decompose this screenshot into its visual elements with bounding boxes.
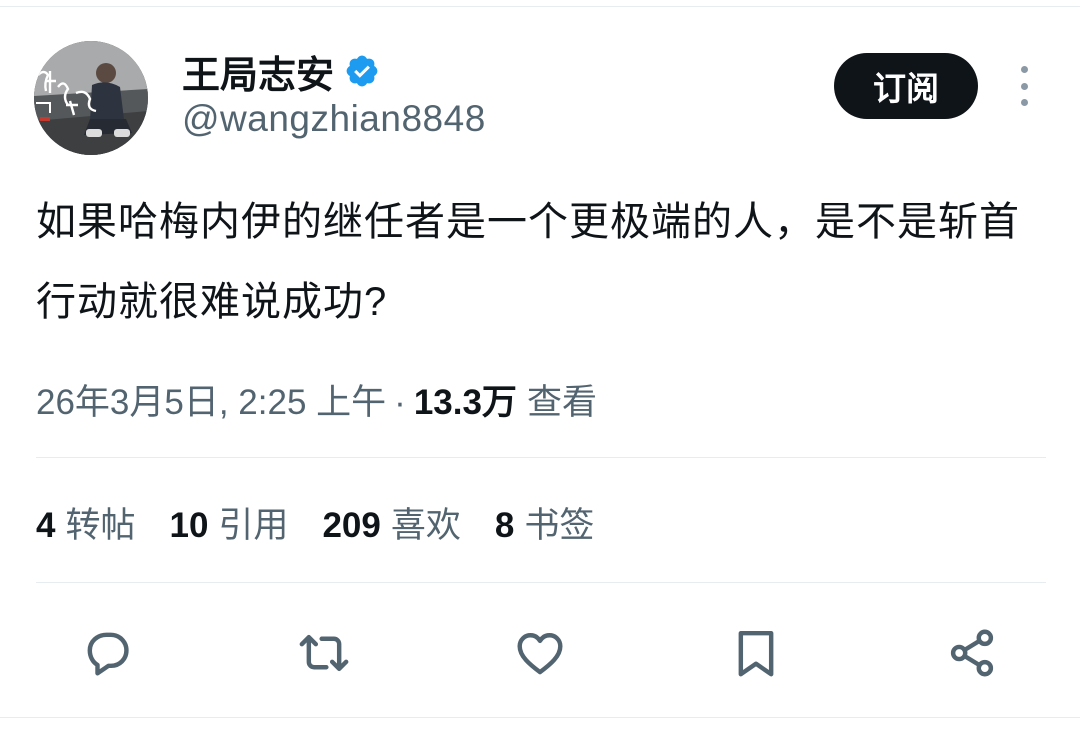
avatar[interactable] <box>34 41 148 155</box>
views-count: 13.3万 <box>413 383 517 422</box>
author-handle[interactable]: @wangzhian8848 <box>182 98 486 140</box>
stat-bookmarks[interactable]: 8 书签 <box>495 497 594 548</box>
reply-button[interactable] <box>78 623 138 683</box>
stat-reposts[interactable]: 4 转帖 <box>36 497 135 548</box>
divider <box>36 582 1046 583</box>
tweet-timestamp[interactable]: 26年3月5日, 2:25 上午 <box>36 374 386 425</box>
bookmark-button[interactable] <box>726 623 786 683</box>
reply-icon <box>87 632 129 676</box>
more-dot <box>1020 99 1028 106</box>
stat-label: 喜欢 <box>390 506 461 545</box>
tweet-meta: 26年3月5日, 2:25 上午 · 13.3万 查看 <box>36 374 597 425</box>
more-vertical-icon[interactable] <box>1010 66 1038 106</box>
stat-likes[interactable]: 209 喜欢 <box>322 497 460 548</box>
meta-separator: · <box>394 383 406 422</box>
views-label: 查看 <box>526 383 597 422</box>
more-dot <box>1020 66 1028 73</box>
tweet-text: 如果哈梅内伊的继任者是一个更极端的人，是不是斩首行动就很难说成功? <box>36 200 1020 324</box>
heart-icon <box>517 633 563 675</box>
engagement-stats: 4 转帖 10 引用 209 喜欢 8 书签 <box>36 497 628 548</box>
stat-label: 转帖 <box>65 506 136 545</box>
tweet-detail-page: 王局志安 @wangzhian8848 订阅 如果哈梅内伊的继任者是一个更极端的… <box>0 0 1080 741</box>
bookmark-icon <box>738 630 774 677</box>
divider <box>36 457 1046 458</box>
retweet-button[interactable] <box>294 623 354 683</box>
stat-count: 8 <box>494 506 515 545</box>
top-divider <box>0 6 1080 7</box>
stat-count: 209 <box>322 506 381 545</box>
stat-count: 4 <box>36 506 56 545</box>
share-button[interactable] <box>942 623 1002 683</box>
author-name-row: 王局志安 <box>182 44 380 99</box>
stat-label: 引用 <box>218 506 289 545</box>
retweet-icon <box>299 634 349 672</box>
bottom-divider <box>0 717 1080 718</box>
avatar-photo <box>34 41 148 155</box>
more-dot <box>1020 82 1028 90</box>
stat-count: 10 <box>169 506 209 545</box>
author-display-name[interactable]: 王局志安 <box>182 44 334 99</box>
stat-quotes[interactable]: 10 引用 <box>169 497 288 548</box>
subscribe-button[interactable]: 订阅 <box>834 53 978 119</box>
like-button[interactable] <box>510 623 570 683</box>
verified-badge-icon <box>346 55 378 87</box>
stat-label: 书签 <box>524 506 595 545</box>
share-icon <box>950 629 994 677</box>
